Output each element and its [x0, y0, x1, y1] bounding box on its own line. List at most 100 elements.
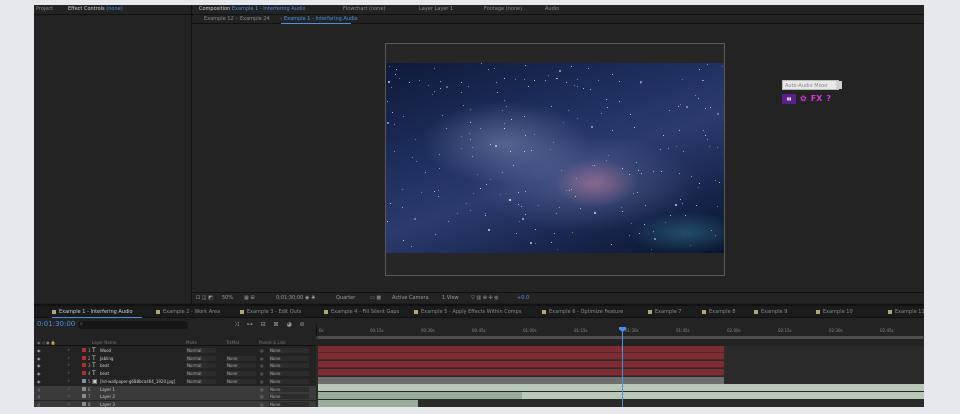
visibility-eye-icon[interactable]: ◁ — [37, 402, 40, 407]
track-bar-layer-7[interactable] — [318, 392, 522, 399]
pickwhip-icon[interactable]: ◎ — [260, 371, 264, 376]
parent-select[interactable]: None — [269, 401, 309, 407]
tab-project[interactable]: Project — [36, 6, 53, 12]
subtab-example-12[interactable]: Example 12 — [204, 16, 234, 22]
region-of-interest-icon[interactable]: ▭ ▩ — [370, 295, 381, 301]
mode-select[interactable]: Normal — [186, 348, 216, 353]
snapshot-icon[interactable]: ◉ ♣ — [305, 295, 315, 301]
viewer-options-icon[interactable]: ⊡ ◫ ◩ — [196, 295, 213, 301]
trkmat-select[interactable]: None — [226, 363, 256, 369]
layer-row[interactable]: ◉ › 4 Tbeat Normal None ◎ None — [34, 370, 316, 377]
timeline-tab-5[interactable]: Example 5 - Apply Effects Within Comps — [414, 309, 521, 315]
label-color-swatch[interactable] — [82, 394, 86, 399]
timeline-tab-2[interactable]: Example 2 - Work Area — [156, 309, 220, 315]
expand-chevron-icon[interactable]: › — [68, 370, 70, 375]
tab-flowchart[interactable]: Flowchart (none) — [343, 6, 385, 12]
timeline-tab-9[interactable]: Example 9 — [754, 309, 787, 315]
widget-dropdown-button[interactable] — [836, 81, 842, 89]
tab-footage[interactable]: Footage (none) — [484, 6, 522, 12]
layer-row[interactable]: ◁ › 7 Layer 2 ◎ None — [34, 393, 316, 401]
pickwhip-icon[interactable]: ◎ — [260, 356, 264, 361]
exposure-value[interactable]: +0.0 — [517, 295, 529, 301]
parent-select[interactable]: None — [269, 386, 309, 392]
col-parent[interactable]: Parent & Link — [259, 340, 286, 345]
track-bar-layer-2[interactable] — [318, 353, 724, 360]
layer-name[interactable]: Layer 1 — [100, 387, 115, 392]
layer-name[interactable]: Layer 3 — [100, 402, 115, 407]
help-icon[interactable]: ? — [826, 94, 831, 104]
label-color-swatch[interactable] — [82, 378, 86, 383]
current-time-display[interactable]: 0;01;30;00 — [276, 295, 303, 301]
parent-select[interactable]: None — [269, 355, 309, 361]
trkmat-select[interactable]: None — [226, 355, 256, 361]
timeline-tab-4[interactable]: Example 4 - Fill Silent Gaps — [324, 309, 399, 315]
layer-name[interactable]: [hd-wallpaper-g688bca464_1920.jpg] — [100, 379, 175, 384]
timeline-tab-6[interactable]: Example 6 - Optimize Feature — [542, 309, 623, 315]
trkmat-select[interactable]: None — [226, 371, 256, 377]
label-color-swatch[interactable] — [82, 371, 86, 376]
visibility-eye-icon[interactable]: ◁ — [37, 394, 40, 399]
label-color-swatch[interactable] — [82, 348, 86, 352]
timeline-timecode[interactable]: 0:01:30:00 — [37, 320, 75, 328]
tab-effect-controls[interactable]: Effect Controls (none) — [68, 6, 123, 12]
pickwhip-icon[interactable]: ◎ — [260, 387, 264, 392]
zoom-select[interactable]: 50% — [222, 295, 233, 301]
parent-select[interactable]: None — [269, 348, 309, 353]
auto-audio-mixer-input[interactable]: Auto-Audio Mixer — [782, 80, 839, 90]
layer-row[interactable]: ◉ › 2 T Jabling Normal None ◎ None — [34, 355, 316, 362]
track-bar-layer-6[interactable] — [318, 384, 924, 391]
trkmat-select[interactable]: None — [226, 378, 256, 384]
layer-name[interactable]: beat — [100, 363, 109, 368]
tab-layer[interactable]: Layer Layer 1 — [419, 6, 453, 12]
visibility-eye-icon[interactable]: ◉ — [37, 363, 41, 368]
timeline-tab-3[interactable]: Example 3 - Edit Outs — [240, 309, 301, 315]
col-mode[interactable]: Mode — [186, 340, 197, 345]
composition-viewer[interactable] — [385, 43, 725, 276]
grid-icon[interactable]: ▦ ⊞ — [244, 295, 255, 301]
visibility-eye-icon[interactable]: ◉ — [37, 356, 41, 361]
track-bar-layer-4[interactable] — [318, 369, 724, 376]
col-layer-name[interactable]: Layer Name — [92, 340, 116, 345]
layer-name[interactable]: beat — [100, 371, 109, 376]
label-color-swatch[interactable] — [82, 363, 86, 368]
timeline-tab-10[interactable]: Example 10 — [816, 309, 853, 315]
expand-chevron-icon[interactable]: › — [68, 362, 70, 367]
label-color-swatch[interactable] — [82, 355, 86, 360]
tab-composition[interactable]: Composition Example 1 - Interfering Audi… — [199, 6, 305, 12]
parent-select[interactable]: None — [269, 394, 309, 400]
parent-select[interactable]: None — [269, 378, 309, 384]
expand-chevron-icon[interactable]: › — [68, 378, 70, 383]
fx-button[interactable]: FX — [811, 94, 823, 104]
expand-chevron-icon[interactable]: › — [68, 386, 70, 391]
visibility-eye-icon[interactable]: ◉ — [37, 371, 41, 376]
subtab-example-1[interactable]: ‹ Example 1 - Interfering Audio — [278, 16, 358, 22]
gear-icon[interactable]: ✿ — [800, 94, 807, 104]
timeline-switches-icons[interactable]: ⤨ ⊶ ⊟ ⊠ ◕ ⊘ — [234, 321, 308, 329]
track-bar-layer-5[interactable] — [318, 377, 724, 384]
timeline-tab-8[interactable]: Example 8 — [702, 309, 735, 315]
timeline-tab-11[interactable]: Example 11 — [888, 309, 924, 315]
col-trkmat[interactable]: TrkMat — [226, 340, 239, 345]
timeline-tab-1[interactable]: Example 1 - Interfering Audio — [52, 309, 133, 315]
parent-select[interactable]: None — [269, 363, 309, 369]
subtab-example-24[interactable]: ‹ Example 24 — [234, 16, 270, 22]
render-tools-icon[interactable]: ▽ ▥ ⊕ ✣ ◍ — [471, 295, 499, 301]
pickwhip-icon[interactable]: ◎ — [260, 402, 264, 407]
expand-chevron-icon[interactable]: › — [68, 355, 70, 360]
layer-name[interactable]: Wood — [100, 348, 111, 353]
track-bar-layer-1[interactable] — [318, 346, 724, 353]
resolution-select[interactable]: Quarter — [336, 295, 355, 301]
layer-row[interactable]: ◉ › 1 T Wood Normal ◎ None — [34, 347, 316, 354]
mode-select[interactable]: Normal — [186, 378, 216, 384]
timeline-tab-7[interactable]: Example 7 — [648, 309, 681, 315]
track-bar-layer-8[interactable] — [318, 400, 418, 407]
camera-select[interactable]: Active Camera — [392, 295, 429, 301]
mode-select[interactable]: Normal — [186, 363, 216, 369]
pickwhip-icon[interactable]: ◎ — [260, 394, 264, 399]
label-color-swatch[interactable] — [82, 401, 86, 406]
work-area-range[interactable] — [318, 336, 923, 339]
track-bar-layer-3[interactable] — [318, 361, 724, 368]
expand-chevron-icon[interactable]: › — [68, 393, 70, 398]
label-color-swatch[interactable] — [82, 386, 86, 391]
layer-row[interactable]: ◉ › 3 Tbeat Normal None ◎ None — [34, 362, 316, 369]
